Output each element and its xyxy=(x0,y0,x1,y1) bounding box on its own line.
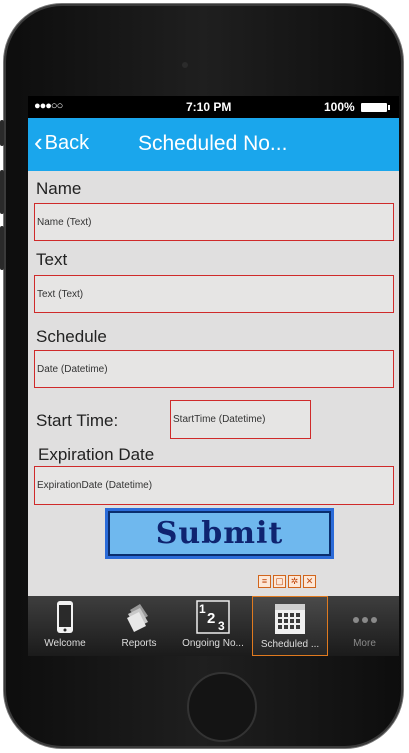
page-title: Scheduled No... xyxy=(138,132,288,155)
volume-up-button xyxy=(0,170,4,214)
expiration-date-field[interactable]: ExpirationDate (Datetime) xyxy=(34,466,394,505)
documents-icon xyxy=(127,604,148,632)
schedule-field[interactable]: Date (Datetime) xyxy=(34,350,394,388)
close-icon[interactable]: ✕ xyxy=(303,575,316,588)
tab-ongoing[interactable]: 1 2 3 Ongoing No... xyxy=(176,596,250,656)
battery-percent: 100% xyxy=(324,100,355,114)
text-field[interactable]: Text (Text) xyxy=(34,275,394,313)
tab-scheduled[interactable]: Scheduled ... xyxy=(252,596,328,656)
name-field[interactable]: Name (Text) xyxy=(34,203,394,241)
start-time-field[interactable]: StartTime (Datetime) xyxy=(170,400,311,439)
svg-text:1: 1 xyxy=(199,602,206,616)
tab-label: More xyxy=(353,638,376,649)
nav-bar: ‹ Back Scheduled No... xyxy=(28,118,399,171)
back-button[interactable]: ‹ Back xyxy=(34,127,90,157)
copy-icon[interactable]: ▢ xyxy=(273,575,286,588)
svg-text:3: 3 xyxy=(218,619,225,633)
numbers-icon: 1 2 3 xyxy=(196,600,230,634)
tab-welcome[interactable]: Welcome xyxy=(28,596,102,656)
calendar-icon xyxy=(275,604,305,634)
signal-indicator: ●●●○○ xyxy=(34,100,63,112)
start-time-label: Start Time: xyxy=(36,411,119,430)
tab-more[interactable]: More xyxy=(330,596,399,656)
text-label: Text xyxy=(36,250,68,269)
back-label: Back xyxy=(44,132,90,154)
submit-button[interactable]: Submit xyxy=(108,511,331,556)
home-button[interactable] xyxy=(187,672,257,742)
status-bar: ●●●○○ 7:10 PM 100% xyxy=(28,96,399,118)
camera-dot xyxy=(182,62,188,68)
list-icon[interactable]: ≡ xyxy=(258,575,271,588)
tab-reports[interactable]: Reports xyxy=(104,596,174,656)
status-time: 7:10 PM xyxy=(186,100,232,114)
tab-label: Welcome xyxy=(44,638,86,649)
tab-label: Reports xyxy=(121,638,157,649)
widget-toolbar: ≡ ▢ ✲ ✕ xyxy=(258,575,316,588)
app-screen: ●●●○○ 7:10 PM 100% ‹ Back Scheduled No...… xyxy=(28,96,399,656)
settings-icon[interactable]: ✲ xyxy=(288,575,301,588)
tab-label: Scheduled ... xyxy=(260,639,320,650)
tab-label: Ongoing No... xyxy=(182,638,244,649)
expiration-date-label: Expiration Date xyxy=(38,445,155,464)
more-icon xyxy=(352,617,377,623)
mute-switch xyxy=(0,120,4,146)
schedule-label: Schedule xyxy=(36,327,107,346)
volume-down-button xyxy=(0,226,4,270)
battery-icon xyxy=(361,103,390,112)
phone-icon xyxy=(57,601,73,633)
svg-text:2: 2 xyxy=(207,610,215,627)
name-label: Name xyxy=(36,179,82,198)
tab-bar: Welcome Reports 1 2 3 Ongoing No... Sche… xyxy=(28,596,399,656)
chevron-left-icon: ‹ xyxy=(34,127,43,157)
submit-button-frame: Submit xyxy=(105,508,334,559)
